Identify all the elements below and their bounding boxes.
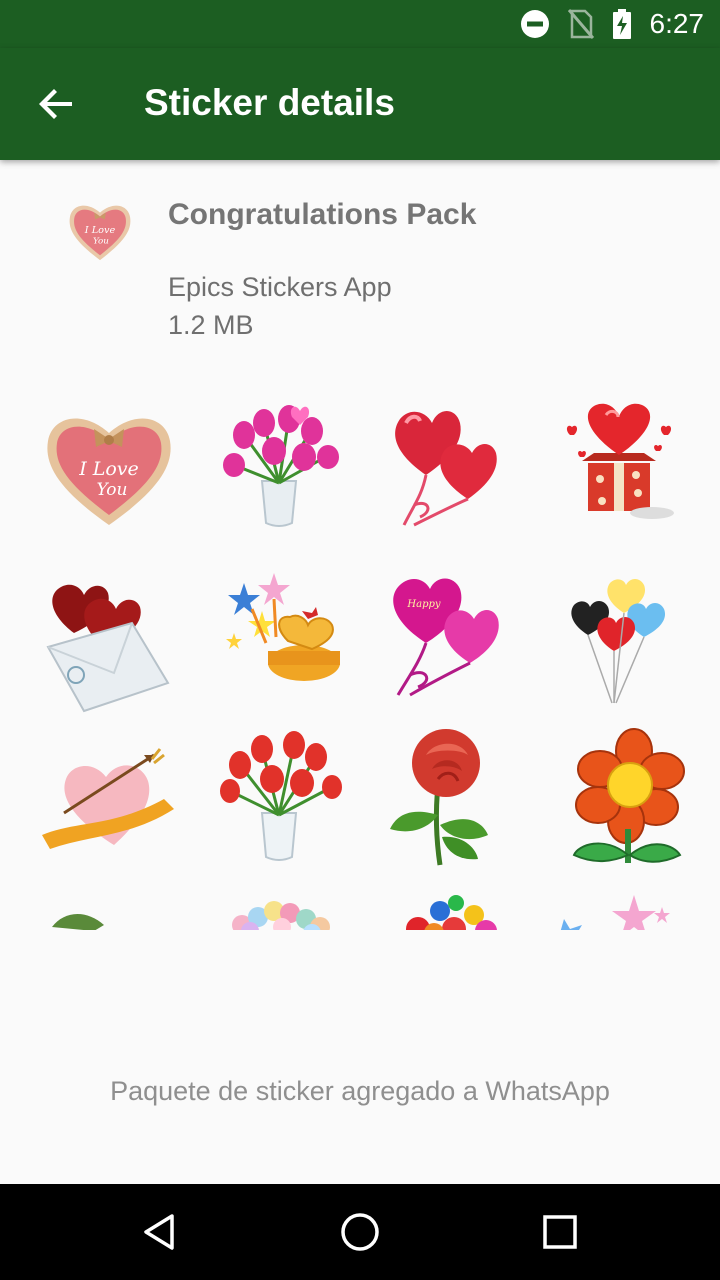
sticker-colorful-heart-balloons[interactable] [544,563,694,713]
nav-back-button[interactable] [130,1202,190,1262]
pack-header: I Love You Congratulations Pack Epics St… [0,160,720,370]
sticker-red-tulips-vase[interactable] [204,725,354,875]
sticker-grid: I Love You Happy [34,395,714,930]
sticker-stars-heart-box[interactable] [204,563,354,713]
svg-text:Happy: Happy [406,599,440,610]
sticker-leaf-partial[interactable] [34,885,184,930]
page-title: Sticker details [144,82,395,123]
pack-publisher: Epics Stickers App [168,272,392,302]
sticker-red-rose[interactable] [374,725,524,875]
back-button[interactable] [28,76,84,132]
sticker-valentine-balloons[interactable]: Happy [374,563,524,713]
status-icons: 6:27 [520,0,705,48]
sticker-hearts-gift-box[interactable] [544,395,694,545]
tray-text-1: I Love [84,225,116,236]
sticker-stars-partial[interactable] [544,885,694,930]
sticker-balloons-cluster[interactable] [204,885,354,930]
sticker-hearts-envelope[interactable] [34,563,184,713]
sticker-pink-tulips-vase[interactable] [204,395,354,545]
sticker-red-heart-balloons[interactable] [374,395,524,545]
home-circle-icon [341,1213,379,1251]
nav-home-button[interactable] [330,1202,390,1262]
app-bar: Sticker details [0,48,720,160]
pack-name: Congratulations Pack [168,198,477,231]
navigation-bar [0,1184,720,1280]
status-bar: 6:27 [0,0,720,48]
recents-square-icon [543,1215,577,1249]
sticker-text-1: I Love [78,458,139,480]
arrow-back-icon [39,89,72,119]
do-not-disturb-icon [520,10,549,38]
sticker-i-love-you-heart[interactable]: I Love You [34,395,184,545]
nav-recents-button[interactable] [530,1202,590,1262]
tray-text-2: You [93,237,109,247]
sticker-balloons-bunch[interactable] [374,885,524,930]
pack-size: 1.2 MB [168,310,254,340]
battery-charging-icon [612,9,631,39]
added-to-whatsapp-message: Paquete de sticker agregado a WhatsApp [110,1076,610,1106]
status-time: 6:27 [649,8,705,39]
no-sim-icon [567,9,594,39]
sticker-heart-arrow-ribbon[interactable] [34,725,184,875]
tray-icon: I Love You [69,205,131,261]
back-triangle-icon [144,1214,174,1250]
sticker-orange-flower[interactable] [544,725,694,875]
sticker-text-2: You [97,480,128,500]
